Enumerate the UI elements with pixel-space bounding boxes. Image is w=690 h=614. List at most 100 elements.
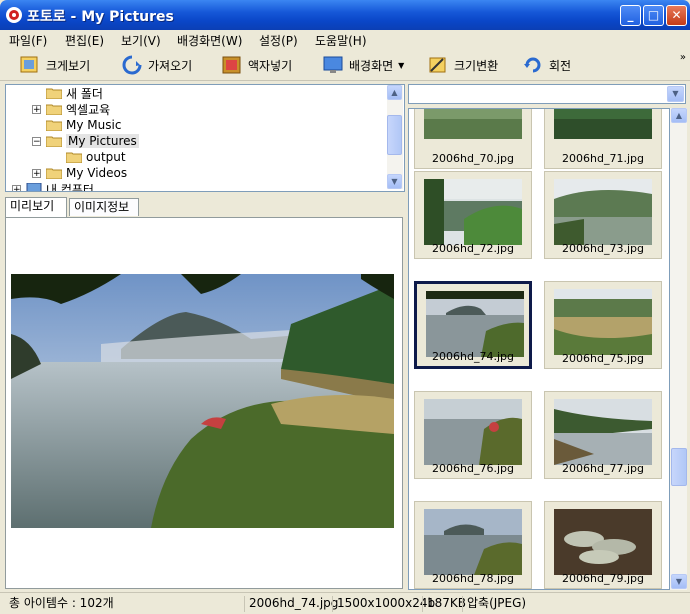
thumbnail-caption: 2006hd_74.jpg bbox=[432, 350, 514, 363]
thumbnail-image bbox=[424, 179, 522, 245]
wallpaper-button[interactable]: 배경화면 ▼ bbox=[323, 53, 404, 77]
expand-icon[interactable]: + bbox=[32, 105, 41, 115]
menu-settings[interactable]: 설정(P) bbox=[259, 32, 298, 49]
minimize-button[interactable]: _ bbox=[620, 5, 641, 26]
import-label: 가져오기 bbox=[148, 58, 193, 73]
thumbnail-image bbox=[554, 509, 652, 575]
thumbnail-item[interactable]: 2006hd_79.jpg bbox=[544, 501, 662, 589]
scroll-down-icon[interactable]: ▼ bbox=[671, 574, 687, 589]
thumbnail-item[interactable]: 2006hd_76.jpg bbox=[414, 391, 532, 479]
thumbnail-grid: 2006hd_70.jpg 2006hd_71.jpg 2006hd_72.jp… bbox=[408, 108, 670, 590]
preview-panel bbox=[5, 217, 403, 589]
thumbnail-caption: 2006hd_79.jpg bbox=[562, 572, 644, 585]
menu-view[interactable]: 보기(V) bbox=[121, 32, 161, 49]
tree-scrollbar[interactable]: ▲ ▼ bbox=[387, 85, 403, 189]
monitor-icon bbox=[323, 56, 343, 73]
folder-icon bbox=[46, 168, 62, 179]
tree-item-selected[interactable]: My Pictures bbox=[46, 133, 139, 149]
wallpaper-label: 배경화면 bbox=[349, 58, 394, 73]
zoom-button[interactable]: 크게보기 bbox=[20, 53, 90, 77]
status-filename: 2006hd_74.jpg bbox=[244, 596, 338, 612]
expand-icon[interactable]: + bbox=[32, 169, 41, 179]
thumbnail-caption: 2006hd_70.jpg bbox=[432, 152, 514, 165]
app-icon bbox=[6, 7, 22, 23]
frame-icon bbox=[222, 56, 241, 74]
thumbnail-image bbox=[424, 399, 522, 465]
thumbnail-item-selected[interactable]: 2006hd_74.jpg bbox=[414, 281, 532, 369]
tree-label: My Music bbox=[66, 118, 122, 132]
item-count: 총 아이템수 : 102개 bbox=[9, 596, 114, 610]
frame-button[interactable]: 액자넣기 bbox=[222, 53, 292, 77]
resize-button[interactable]: 크기변환 bbox=[428, 53, 498, 77]
tab-image-info[interactable]: 이미지정보 bbox=[69, 198, 139, 216]
tree-item[interactable]: My Videos bbox=[46, 165, 127, 181]
import-icon bbox=[122, 55, 142, 75]
thumbnail-caption: 2006hd_72.jpg bbox=[432, 242, 514, 255]
frame-label: 액자넣기 bbox=[248, 58, 293, 73]
folder-icon bbox=[46, 88, 62, 99]
thumbnail-image bbox=[424, 509, 522, 575]
resize-icon bbox=[429, 57, 446, 73]
thumbnail-image bbox=[426, 291, 524, 357]
thumbnail-item[interactable]: 2006hd_72.jpg bbox=[414, 171, 532, 259]
thumbnail-item[interactable]: 2006hd_73.jpg bbox=[544, 171, 662, 259]
thumbnail-image bbox=[554, 179, 652, 245]
thumbnail-item[interactable]: 2006hd_75.jpg bbox=[544, 281, 662, 369]
thumbnail-caption: 2006hd_75.jpg bbox=[562, 352, 644, 365]
thumbnail-caption: 2006hd_73.jpg bbox=[562, 242, 644, 255]
zoom-label: 크게보기 bbox=[46, 58, 91, 73]
window-title: 포토로 - My Pictures bbox=[27, 9, 174, 25]
tree-item[interactable]: output bbox=[66, 149, 126, 165]
thumbnail-image bbox=[554, 399, 652, 465]
chevron-down-icon[interactable]: ▼ bbox=[667, 86, 684, 102]
tree-label: 엑셀교육 bbox=[66, 102, 111, 117]
path-combobox[interactable]: ▼ bbox=[408, 84, 686, 104]
scroll-thumb[interactable] bbox=[387, 115, 402, 155]
thumbnail-caption: 2006hd_71.jpg bbox=[562, 152, 644, 165]
thumbnail-image bbox=[424, 109, 522, 139]
thumbnail-scrollbar[interactable]: ▲ ▼ bbox=[670, 108, 687, 590]
menu-wallpaper[interactable]: 배경화면(W) bbox=[177, 32, 242, 49]
resize-label: 크기변환 bbox=[454, 58, 499, 73]
maximize-button[interactable]: □ bbox=[643, 5, 664, 26]
scroll-up-icon[interactable]: ▲ bbox=[387, 85, 402, 100]
import-button[interactable]: 가져오기 bbox=[122, 53, 192, 77]
tree-item[interactable]: My Music bbox=[46, 117, 121, 133]
expand-icon[interactable]: + bbox=[12, 185, 21, 191]
collapse-icon[interactable]: − bbox=[32, 137, 41, 147]
chevron-down-icon: ▼ bbox=[398, 60, 405, 70]
scroll-up-icon[interactable]: ▲ bbox=[671, 108, 687, 123]
status-format: 압축(JPEG) bbox=[462, 596, 526, 612]
rotate-button[interactable]: 회전 bbox=[523, 53, 571, 77]
thumbnail-item[interactable]: 2006hd_77.jpg bbox=[544, 391, 662, 479]
thumbnail-caption: 2006hd_78.jpg bbox=[432, 572, 514, 585]
title-bar: 포토로 - My Pictures _ □ ✕ bbox=[0, 0, 690, 30]
tree-item[interactable]: 내 컴퓨터 bbox=[26, 181, 94, 191]
menu-help[interactable]: 도움말(H) bbox=[315, 32, 367, 49]
toolbar: 크게보기 가져오기 액자넣기 배경화면 ▼ 크기변환 회전 » bbox=[0, 50, 690, 81]
tab-preview[interactable]: 미리보기 bbox=[5, 197, 67, 217]
rotate-icon bbox=[524, 57, 541, 73]
menu-edit[interactable]: 편집(E) bbox=[65, 32, 104, 49]
tree-item[interactable]: 엑셀교육 bbox=[46, 101, 110, 117]
preview-image bbox=[11, 274, 394, 528]
thumbnail-item[interactable]: 2006hd_78.jpg bbox=[414, 501, 532, 589]
thumbnail-image bbox=[554, 289, 652, 355]
scroll-down-icon[interactable]: ▼ bbox=[387, 174, 402, 189]
zoom-icon bbox=[20, 56, 38, 73]
thumbnail-pane: ▼ 2006hd_70.jpg 2006hd_71.jpg 2006hd_72.… bbox=[408, 84, 688, 590]
computer-icon bbox=[26, 183, 42, 191]
scroll-thumb[interactable] bbox=[671, 448, 687, 486]
folder-icon bbox=[46, 104, 62, 115]
toolbar-overflow-button[interactable]: » bbox=[680, 52, 686, 63]
thumbnail-caption: 2006hd_76.jpg bbox=[432, 462, 514, 475]
tree-item[interactable]: 새 폴더 bbox=[46, 85, 103, 101]
menu-file[interactable]: 파일(F) bbox=[9, 32, 47, 49]
tree-label: My Videos bbox=[66, 166, 128, 180]
thumbnail-item[interactable]: 2006hd_70.jpg bbox=[414, 109, 532, 169]
close-button[interactable]: ✕ bbox=[666, 5, 687, 26]
folder-icon bbox=[66, 152, 82, 163]
thumbnail-item[interactable]: 2006hd_71.jpg bbox=[544, 109, 662, 169]
tree-label: output bbox=[86, 150, 126, 164]
status-filesize: 187KB bbox=[422, 596, 466, 612]
